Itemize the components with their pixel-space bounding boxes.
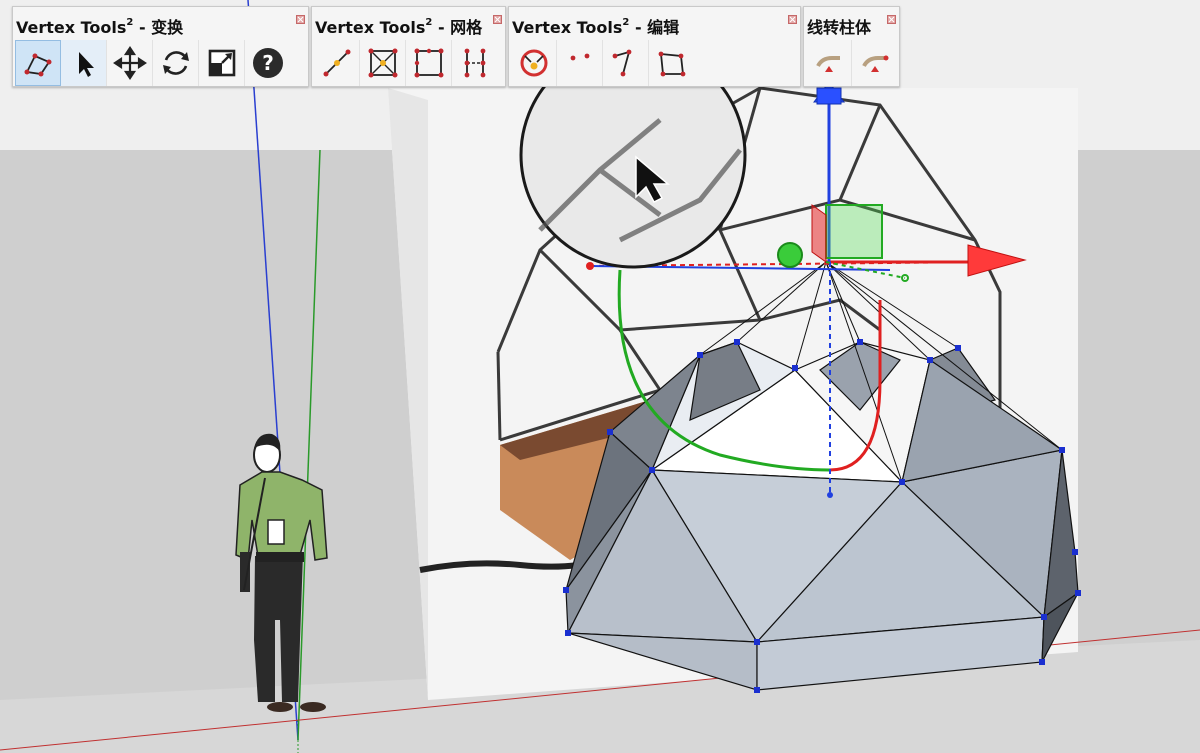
toolbar-edit-close-button[interactable]	[788, 15, 797, 24]
rotate-icon	[162, 51, 189, 75]
help-icon: ?	[253, 48, 283, 78]
arrow-select-icon	[78, 52, 94, 77]
gizmo-green-handle[interactable]	[777, 242, 803, 268]
quad-center-icon	[368, 48, 397, 78]
scale-button[interactable]	[199, 40, 245, 86]
edge-vertex-button[interactable]	[314, 40, 360, 86]
arrow-select-button[interactable]	[61, 40, 107, 86]
toolbar-lines-to-tubes-close-button[interactable]	[887, 15, 896, 24]
toolbar-transform: Vertex Tools2 - 变换 ?	[12, 6, 309, 87]
tube-button[interactable]	[806, 40, 852, 86]
gizmo-red-plane[interactable]	[811, 204, 827, 263]
grid-split-button[interactable]	[452, 40, 498, 86]
help-button[interactable]: ?	[245, 40, 291, 86]
svg-text:?: ?	[262, 51, 274, 75]
tube-cap-button[interactable]	[852, 40, 898, 86]
viewport[interactable]	[0, 0, 1200, 753]
quad-subdivide-button[interactable]	[406, 40, 452, 86]
select-region-button[interactable]	[15, 40, 61, 86]
edit-vertex-button[interactable]	[557, 40, 603, 86]
toolbar-edit-title: Vertex Tools2 - 编辑	[512, 17, 680, 37]
toolbar-edit: Vertex Tools2 - 编辑	[508, 6, 801, 87]
edit-edge-button[interactable]	[603, 40, 649, 86]
gizmo-blue-cap[interactable]	[816, 87, 842, 105]
select-region-icon	[24, 53, 52, 77]
tube-icon	[815, 56, 840, 72]
quad-subdivide-icon	[414, 48, 443, 78]
edit-face-icon	[658, 51, 686, 77]
toolbar-lines-to-tubes: 线转柱体	[803, 6, 900, 87]
toolbar-transform-title: Vertex Tools2 - 变换	[16, 17, 184, 37]
move-icon	[112, 46, 147, 80]
toolbar-mesh: Vertex Tools2 - 网格	[311, 6, 506, 87]
edit-face-button[interactable]	[649, 40, 695, 86]
toolbar-transform-close-button[interactable]	[296, 15, 305, 24]
rotate-button[interactable]	[153, 40, 199, 86]
edit-vertex-icon	[570, 53, 589, 61]
scale-icon	[208, 49, 235, 77]
gizmo-red-end[interactable]	[586, 262, 594, 270]
grid-split-icon	[464, 48, 486, 78]
edge-vertex-icon	[323, 49, 350, 77]
toolbar-mesh-title: Vertex Tools2 - 网格	[315, 17, 483, 37]
toolbar-mesh-close-button[interactable]	[493, 15, 502, 24]
edit-edge-icon	[612, 49, 631, 77]
gizmo-blue-end[interactable]	[827, 492, 833, 498]
quad-center-button[interactable]	[360, 40, 406, 86]
tube-cap-icon	[862, 55, 889, 72]
move-button[interactable]	[107, 40, 153, 86]
merge-vertices-button[interactable]	[511, 40, 557, 86]
toolbar-lines-to-tubes-title: 线转柱体	[807, 18, 872, 37]
merge-vertices-icon	[520, 49, 547, 77]
gizmo-green-plane[interactable]	[825, 204, 883, 259]
